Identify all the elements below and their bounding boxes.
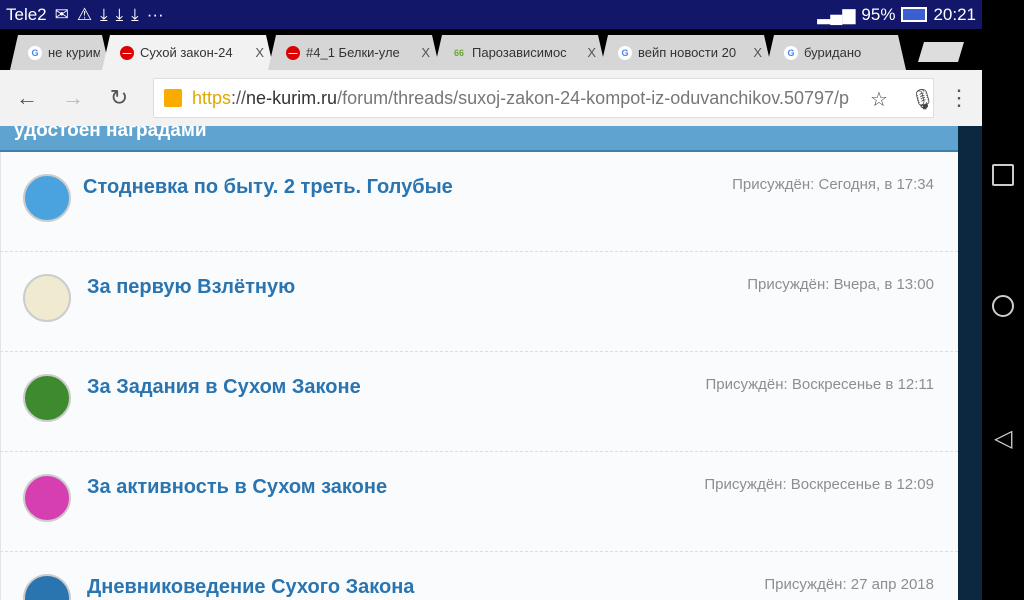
tab[interactable]: Gне курим bbox=[10, 35, 110, 70]
award-date: Присуждён: Воскресенье в 12:09 bbox=[704, 476, 934, 493]
carrier: Tele2 bbox=[6, 4, 47, 24]
award-title[interactable]: Дневниковедение Сухого Закона bbox=[87, 576, 414, 599]
google-icon: G bbox=[28, 46, 42, 60]
award-icon bbox=[23, 274, 71, 322]
browser-toolbar: ← → ↻ https://ne-kurim.ru/forum/threads/… bbox=[0, 70, 982, 126]
award-date: Присуждён: 27 апр 2018 bbox=[764, 576, 934, 593]
address-bar[interactable]: https://ne-kurim.ru/forum/threads/suxoj-… bbox=[153, 78, 934, 118]
back-nav-icon[interactable]: ◁ bbox=[994, 424, 1012, 453]
award-row: За Задания в Сухом Законе Присуждён: Воск… bbox=[0, 352, 958, 452]
award-date: Присуждён: Воскресенье в 12:11 bbox=[705, 376, 934, 393]
web-page: удостоен наградами Стодневка по быту. 2 … bbox=[0, 126, 958, 600]
tab-strip: Gне курим — Сухой закон-24 X — #4_1 Белки-у… bbox=[0, 29, 982, 70]
award-row: За первую Взлётную Присуждён: Вчера, в 13… bbox=[0, 252, 958, 352]
download-icon: ⤓ bbox=[131, 4, 139, 24]
site-66-icon: 66 bbox=[453, 47, 464, 58]
award-date: Присуждён: Сегодня, в 17:34 bbox=[732, 176, 934, 193]
microphone-icon[interactable]: 🎙 bbox=[906, 87, 933, 112]
award-icon bbox=[23, 574, 71, 600]
close-tab-icon[interactable]: X bbox=[255, 45, 264, 60]
tab[interactable]: — #4_1 Белки-уле X bbox=[268, 35, 440, 70]
new-tab-button[interactable] bbox=[918, 42, 964, 62]
close-tab-icon[interactable]: X bbox=[587, 45, 596, 60]
status-bar: Tele2 ✉ ⚠ ⤓ ⤓ ⤓ ··· ▂▄▆ 95% 20:21 bbox=[0, 0, 982, 29]
more-icon: ··· bbox=[146, 4, 164, 24]
stop-icon: — bbox=[286, 46, 300, 60]
stop-icon: — bbox=[120, 46, 134, 60]
award-title[interactable]: За Задания в Сухом Законе bbox=[87, 376, 361, 399]
award-row: Дневниковедение Сухого Закона Присуждён: … bbox=[0, 552, 958, 600]
recents-icon[interactable] bbox=[992, 164, 1014, 186]
star-icon[interactable]: ☆ bbox=[866, 87, 892, 112]
download-icon: ⤓ bbox=[100, 4, 108, 24]
award-icon bbox=[23, 174, 71, 222]
tab[interactable]: 66 Парозависимос X bbox=[434, 35, 606, 70]
page-edge bbox=[958, 126, 982, 600]
menu-icon[interactable]: ⋮ bbox=[936, 85, 982, 111]
android-nav-bar: ◁ bbox=[982, 0, 1024, 600]
forward-icon[interactable]: → bbox=[50, 85, 96, 111]
award-row: Стодневка по быту. 2 треть. Голубые Прису… bbox=[0, 152, 958, 252]
close-tab-icon[interactable]: X bbox=[753, 45, 762, 60]
award-title[interactable]: Стодневка по быту. 2 треть. Голубые bbox=[83, 176, 453, 199]
download-icon: ⤓ bbox=[115, 4, 124, 24]
battery-icon bbox=[901, 7, 928, 22]
reload-icon[interactable]: ↻ bbox=[96, 85, 142, 111]
lock-icon bbox=[164, 89, 182, 107]
award-title[interactable]: За активность в Сухом законе bbox=[87, 476, 387, 499]
warning-icon: ⚠ bbox=[76, 4, 93, 24]
award-date: Присуждён: Вчера, в 13:00 bbox=[747, 276, 934, 293]
google-icon: G bbox=[784, 46, 798, 60]
tab[interactable]: Gвейп новости 20 X bbox=[600, 35, 772, 70]
battery-level: 95% bbox=[861, 4, 896, 24]
close-tab-icon[interactable]: X bbox=[421, 45, 430, 60]
section-header: удостоен наградами bbox=[0, 126, 958, 152]
signal-icon: ▂▄▆ bbox=[817, 4, 856, 24]
clock: 20:21 bbox=[933, 4, 976, 24]
award-title[interactable]: За первую Взлётную bbox=[87, 276, 295, 299]
back-icon[interactable]: ← bbox=[4, 85, 50, 111]
tab[interactable]: Gбуридано bbox=[766, 35, 906, 70]
tab[interactable]: — Сухой закон-24 X bbox=[102, 35, 274, 70]
home-icon[interactable] bbox=[992, 295, 1014, 317]
award-row: За активность в Сухом законе Присуждён: В… bbox=[0, 452, 958, 552]
google-icon: G bbox=[618, 46, 632, 60]
mail-icon: ✉ bbox=[54, 4, 69, 24]
award-icon bbox=[23, 374, 71, 422]
award-icon bbox=[23, 474, 71, 522]
